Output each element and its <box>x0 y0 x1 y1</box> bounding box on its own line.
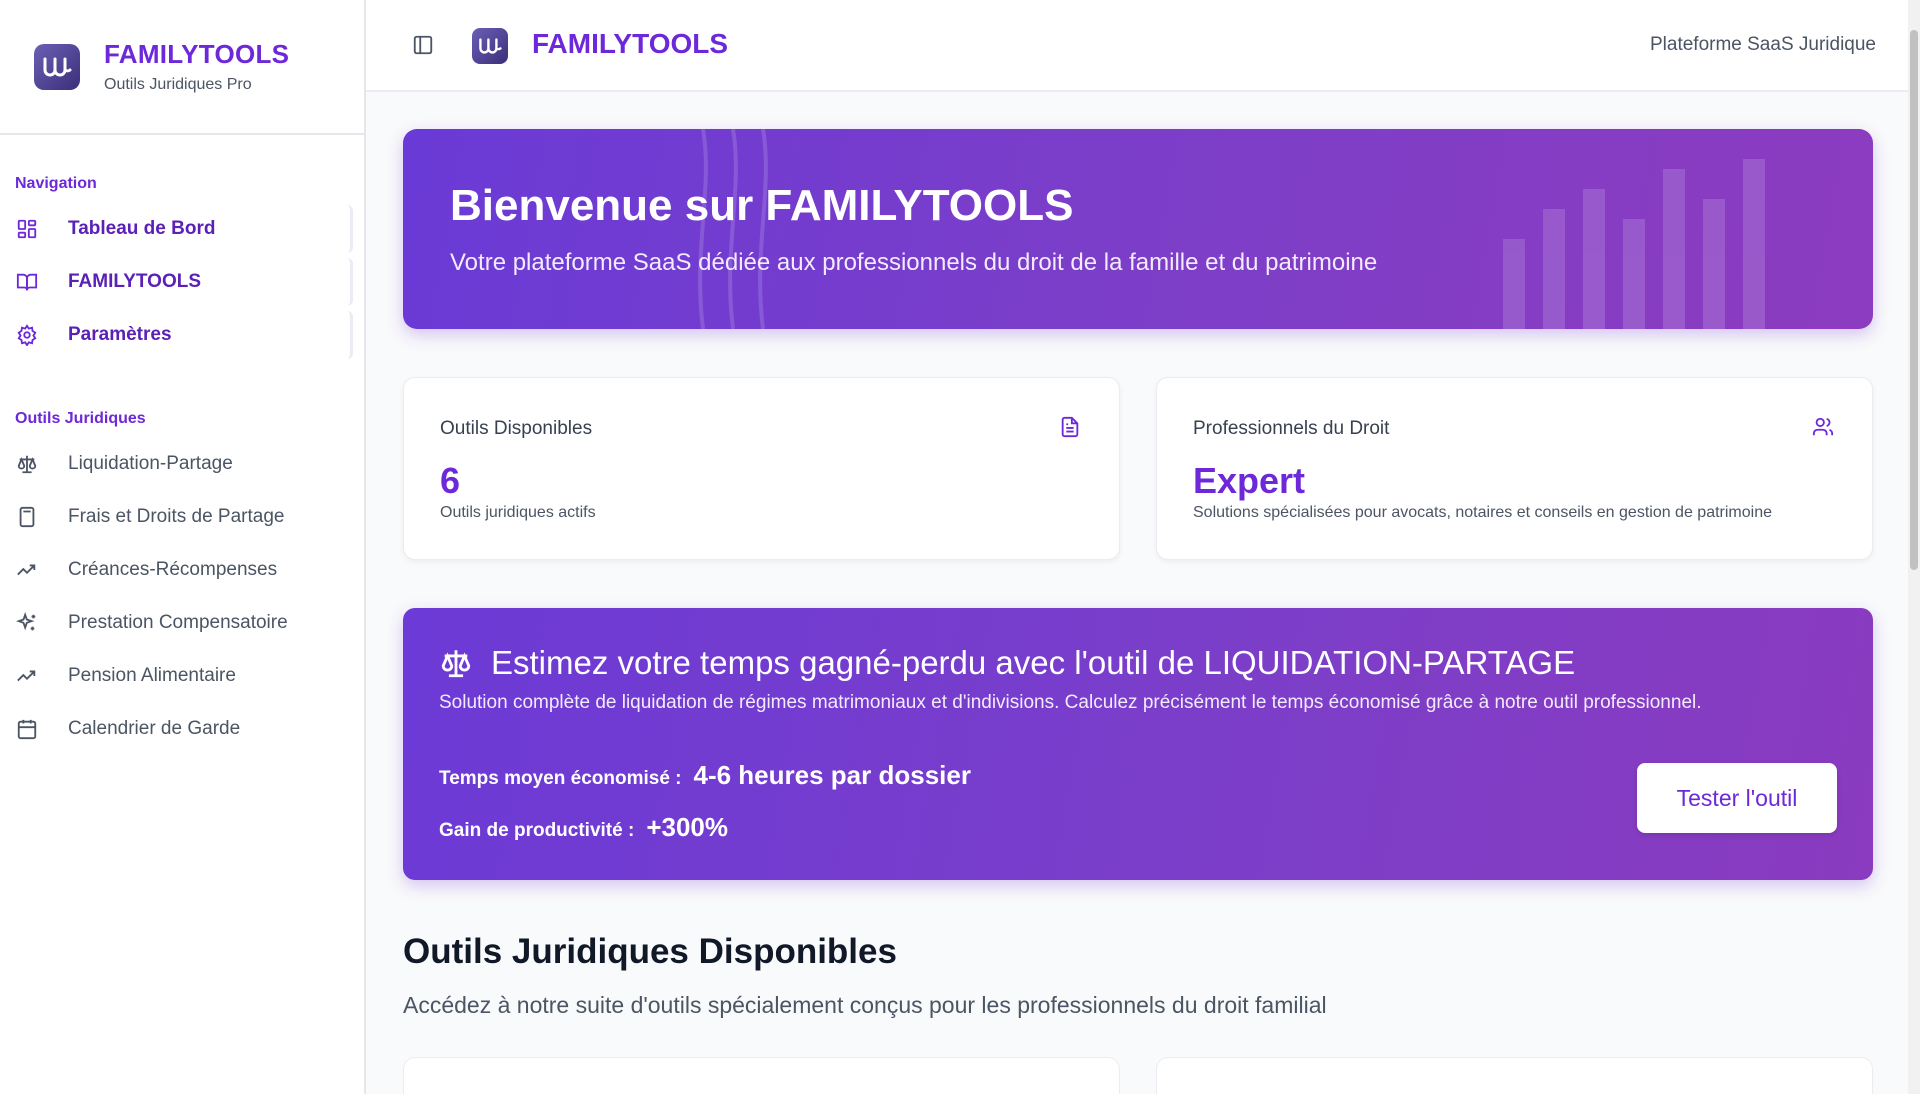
stat-card-desc: Outils juridiques actifs <box>440 504 596 521</box>
brand-subtitle: Outils Juridiques Pro <box>104 76 252 93</box>
sidebar-item-label: FAMILYTOOLS <box>68 271 202 292</box>
sidebar-item-label: Pension Alimentaire <box>68 665 236 686</box>
promo-description: Solution complète de liquidation de régi… <box>439 692 1702 713</box>
sidebar-item-calendrier[interactable]: Calendrier de Garde <box>15 705 364 753</box>
promo-stat-time: Temps moyen économisé : 4-6 heures par d… <box>439 760 971 791</box>
sidebar-item-label: Tableau de Bord <box>68 218 216 239</box>
book-icon <box>15 270 39 294</box>
test-tool-button[interactable]: Tester l'outil <box>1637 763 1837 833</box>
top-bar: FAMILYTOOLS Plateforme SaaS Juridique <box>366 0 1920 92</box>
sidebar-item-familytools[interactable]: FAMILYTOOLS <box>15 258 353 306</box>
header-tagline: Plateforme SaaS Juridique <box>1649 34 1876 55</box>
brand-header: FAMILYTOOLS Outils Juridiques Pro <box>0 0 364 135</box>
sidebar-item-label: Calendrier de Garde <box>68 718 241 739</box>
promo-banner: Estimez votre temps gagné-perdu avec l'o… <box>403 608 1873 880</box>
brand-title: FAMILYTOOLS <box>104 39 290 69</box>
sidebar-item-label: Liquidation-Partage <box>68 453 233 474</box>
promo-stat-value: +300% <box>646 812 728 842</box>
stat-card-label: Outils Disponibles <box>440 418 593 439</box>
scrollbar[interactable] <box>1908 0 1920 1094</box>
promo-stat-label: Gain de productivité : <box>439 820 635 841</box>
stat-card-label: Professionnels du Droit <box>1193 418 1390 439</box>
header-logo-icon <box>472 28 508 64</box>
sidebar-item-label: Paramètres <box>68 324 172 345</box>
calendar-icon <box>15 717 39 741</box>
gear-icon <box>15 323 39 347</box>
logo-icon <box>34 43 80 90</box>
tools-group: Outils Juridiques Liquidation-Partage Fr… <box>0 364 364 753</box>
section-subtitle: Accédez à notre suite d'outils spécialem… <box>403 992 1327 1018</box>
nav-group-label: Navigation <box>15 175 97 192</box>
promo-stat-value: 4-6 heures par dossier <box>693 760 971 790</box>
welcome-subtitle: Votre plateforme SaaS dédiée aux profess… <box>450 249 1378 276</box>
sidebar-item-label: Prestation Compensatoire <box>68 612 288 633</box>
stat-card-professionals: Professionnels du Droit Expert Solutions… <box>1156 377 1873 560</box>
stat-card-desc: Solutions spécialisées pour avocats, not… <box>1193 504 1772 521</box>
app-root: FAMILYTOOLS Outils Juridiques Pro Naviga… <box>0 0 1920 1094</box>
scale-icon <box>439 646 473 680</box>
tool-card[interactable] <box>1156 1057 1873 1094</box>
stat-card-tools: Outils Disponibles 6 Outils juridiques a… <box>403 377 1120 560</box>
sidebar-item-liquidation-partage[interactable]: Liquidation-Partage <box>15 440 364 488</box>
scale-icon <box>15 452 39 476</box>
sidebar-item-label: Frais et Droits de Partage <box>68 506 285 527</box>
tool-card[interactable] <box>403 1057 1120 1094</box>
sidebar: FAMILYTOOLS Outils Juridiques Pro Naviga… <box>0 0 366 1094</box>
users-icon <box>1812 416 1836 440</box>
sidebar-item-pension[interactable]: Pension Alimentaire <box>15 652 364 700</box>
sidebar-item-creances[interactable]: Créances-Récompenses <box>15 546 364 594</box>
calculator-icon <box>15 505 39 529</box>
dashboard-icon <box>15 217 39 241</box>
promo-stat-label: Temps moyen économisé : <box>439 768 682 789</box>
stat-card-value: Expert <box>1193 460 1306 501</box>
sparkles-icon <box>15 611 39 635</box>
stat-card-value: 6 <box>440 460 461 501</box>
sidebar-item-frais-droits[interactable]: Frais et Droits de Partage <box>15 493 364 541</box>
sidebar-toggle-icon[interactable] <box>412 34 436 58</box>
welcome-title: Bienvenue sur FAMILYTOOLS <box>450 181 1074 230</box>
tools-group-label: Outils Juridiques <box>15 410 146 427</box>
promo-title: Estimez votre temps gagné-perdu avec l'o… <box>491 644 1576 681</box>
sidebar-item-dashboard[interactable]: Tableau de Bord <box>15 205 353 253</box>
promo-stat-productivity: Gain de productivité : +300% <box>439 812 728 843</box>
trending-up-icon <box>15 558 39 582</box>
sidebar-item-settings[interactable]: Paramètres <box>15 311 353 359</box>
welcome-banner: Bienvenue sur FAMILYTOOLS Votre platefor… <box>403 129 1873 329</box>
document-icon <box>1059 416 1083 440</box>
scrollbar-thumb[interactable] <box>1910 30 1918 570</box>
sidebar-item-label: Créances-Récompenses <box>68 559 278 580</box>
section-title: Outils Juridiques Disponibles <box>403 932 897 971</box>
nav-group: Navigation Tableau de Bord FAMILYTOOLS P… <box>0 135 364 359</box>
header-title: FAMILYTOOLS <box>532 28 729 59</box>
trending-up-icon <box>15 664 39 688</box>
main-content: FAMILYTOOLS Plateforme SaaS Juridique Bi… <box>366 0 1920 1094</box>
sidebar-item-prestation[interactable]: Prestation Compensatoire <box>15 599 364 647</box>
